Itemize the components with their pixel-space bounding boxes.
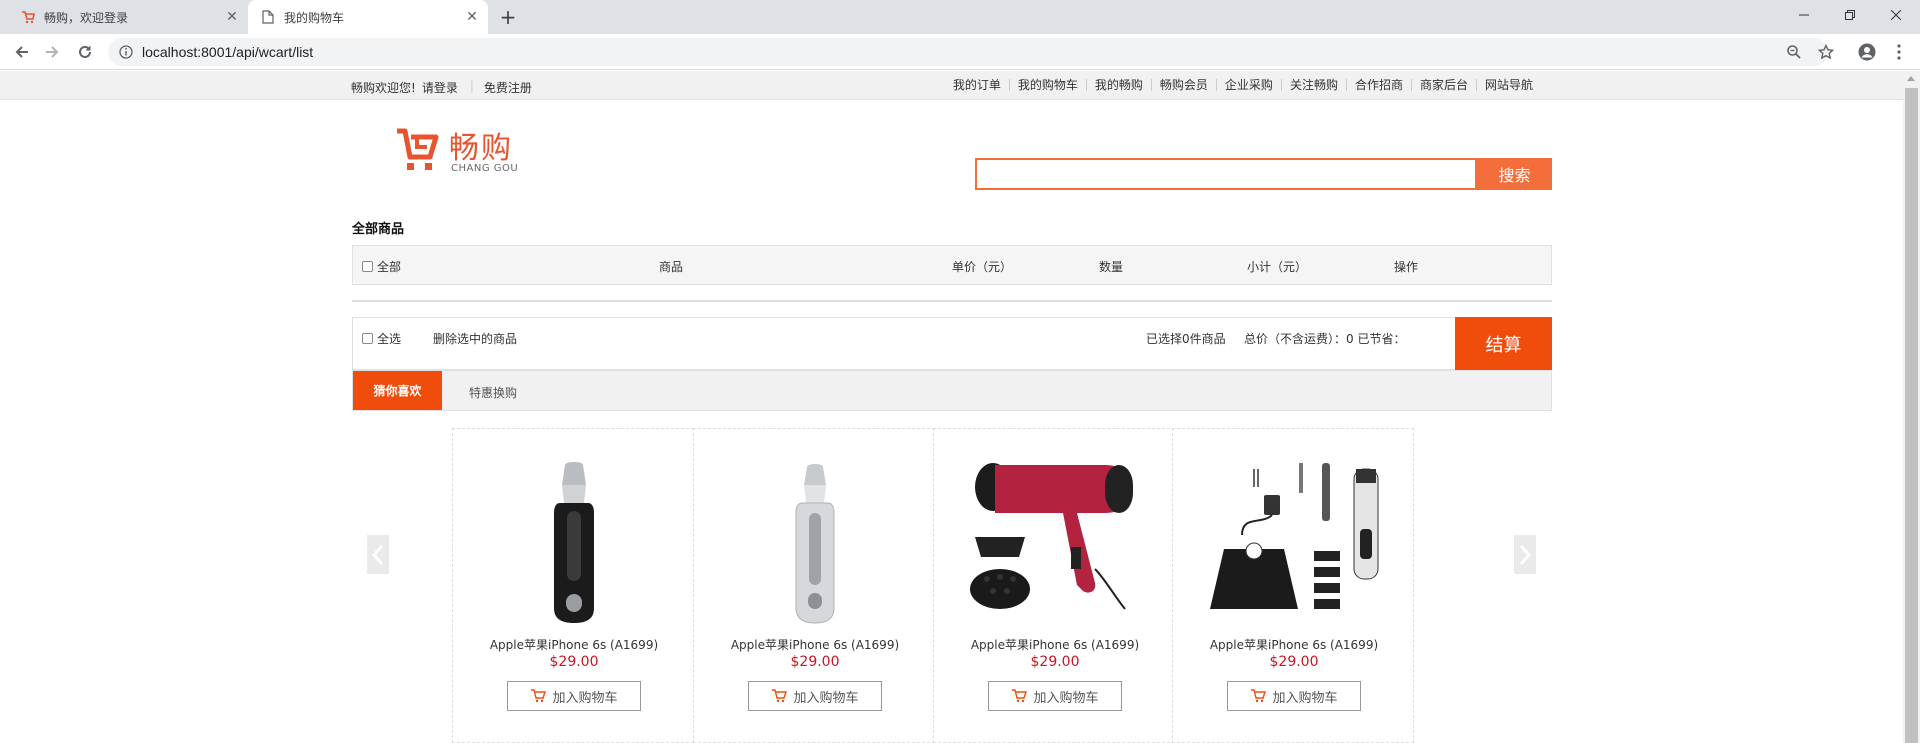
product-price: $29.00: [1269, 654, 1319, 670]
hair-dryer-image[interactable]: [955, 459, 1155, 624]
new-tab-button[interactable]: +: [496, 5, 520, 29]
browser-tab-bar: 畅购，欢迎登录 ✕ 我的购物车 ✕ +: [0, 0, 1920, 34]
menu-dots-icon[interactable]: [1887, 40, 1911, 64]
reload-icon[interactable]: [73, 40, 97, 64]
selected-count: 已选择0件商品: [1146, 332, 1226, 346]
cart-icon: [1250, 689, 1267, 703]
close-tab-icon[interactable]: ✕: [222, 7, 242, 27]
bookmark-star-icon[interactable]: [1814, 40, 1838, 64]
back-arrow-icon[interactable]: [10, 40, 34, 64]
divider: [352, 300, 1552, 302]
add-to-cart-button[interactable]: 加入购物车: [507, 681, 641, 711]
product-price: $29.00: [549, 654, 599, 670]
close-tab-icon[interactable]: ✕: [462, 7, 482, 27]
site-top-bar: 畅购欢迎您! 请登录 | 免费注册 我的订单 我的购物车 我的畅购 畅购会员 企…: [0, 71, 1903, 100]
browser-tab-cart[interactable]: 我的购物车 ✕: [248, 0, 488, 34]
welcome-text: 畅购欢迎您!: [351, 81, 416, 95]
top-link-member[interactable]: 畅购会员: [1150, 79, 1216, 91]
page-icon: [260, 9, 276, 25]
delete-selected-link[interactable]: 删除选中的商品: [433, 330, 517, 347]
cart-icon: [1011, 689, 1028, 703]
select-all-checkbox[interactable]: [362, 261, 373, 272]
scrollbar-thumb[interactable]: [1905, 88, 1918, 743]
header-goods: 商品: [659, 260, 684, 274]
top-link-seller[interactable]: 商家后台: [1410, 79, 1476, 91]
cart-table-header: 全部 商品 单价（元） 数量 小计（元） 操作: [352, 245, 1552, 285]
carousel-prev-arrow-icon[interactable]: [367, 535, 389, 574]
product-name[interactable]: Apple苹果iPhone 6s (A1699): [934, 636, 1176, 653]
changgou-favicon-icon: [20, 9, 36, 25]
top-link-partner[interactable]: 合作招商: [1345, 79, 1411, 91]
restore-button[interactable]: [1827, 0, 1873, 30]
address-bar[interactable]: localhost:8001/api/wcart/list: [108, 38, 1828, 66]
product-card[interactable]: Apple苹果iPhone 6s (A1699) $29.00 加入购物车: [933, 428, 1175, 743]
login-link[interactable]: 请登录: [422, 79, 458, 96]
tab-special-exchange[interactable]: 特惠换购: [469, 384, 517, 401]
site-logo[interactable]: 畅购 CHANG GOU: [395, 123, 525, 175]
cart-logo-icon: [397, 128, 439, 170]
nose-trimmer-black-image[interactable]: [474, 459, 674, 624]
top-link-enterprise[interactable]: 企业采购: [1215, 79, 1281, 91]
add-to-cart-button[interactable]: 加入购物车: [748, 681, 882, 711]
cart-section-title: 全部商品: [352, 222, 405, 237]
top-link-orders[interactable]: 我的订单: [945, 79, 1009, 91]
browser-tab-login[interactable]: 畅购，欢迎登录 ✕: [8, 0, 248, 34]
scroll-up-arrow-icon[interactable]: [1907, 76, 1915, 81]
cart-footer: 全选 删除选中的商品 已选择0件商品 总价（不含运费）：0 已节省： 结算: [352, 317, 1552, 370]
close-window-button[interactable]: [1873, 0, 1919, 30]
page-scrollbar[interactable]: [1903, 71, 1920, 743]
add-to-cart-button[interactable]: 加入购物车: [988, 681, 1122, 711]
site-info-icon[interactable]: [118, 44, 134, 60]
product-name[interactable]: Apple苹果iPhone 6s (A1699): [694, 636, 936, 653]
product-name[interactable]: Apple苹果iPhone 6s (A1699): [1173, 636, 1415, 653]
top-nav-links: 我的订单 我的购物车 我的畅购 畅购会员 企业采购 关注畅购 合作招商 商家后台…: [945, 79, 1541, 91]
minimize-button[interactable]: [1781, 0, 1827, 30]
url-text: localhost:8001/api/wcart/list: [142, 44, 314, 60]
footer-select-all-checkbox[interactable]: [362, 333, 373, 344]
product-name[interactable]: Apple苹果iPhone 6s (A1699): [453, 636, 695, 653]
carousel-next-arrow-icon[interactable]: [1514, 535, 1536, 574]
hair-clipper-set-image[interactable]: [1194, 459, 1394, 624]
logo-text-en: CHANG GOU: [451, 163, 519, 174]
logo-text-cn: 畅购: [449, 131, 513, 166]
register-link[interactable]: 免费注册: [484, 79, 532, 96]
header-select-all[interactable]: 全部: [362, 258, 401, 275]
product-price: $29.00: [1030, 654, 1080, 670]
top-link-cart[interactable]: 我的购物车: [1008, 79, 1086, 91]
page-content: 畅购欢迎您! 请登录 | 免费注册 我的订单 我的购物车 我的畅购 畅购会员 企…: [0, 71, 1920, 743]
profile-avatar-icon[interactable]: [1855, 40, 1879, 64]
top-link-my-changgou[interactable]: 我的畅购: [1085, 79, 1151, 91]
browser-toolbar: localhost:8001/api/wcart/list: [0, 34, 1920, 70]
top-link-sitemap[interactable]: 网站导航: [1475, 79, 1541, 91]
checkout-button[interactable]: 结算: [1455, 317, 1552, 370]
add-to-cart-button[interactable]: 加入购物车: [1227, 681, 1361, 711]
forward-arrow-icon[interactable]: [40, 40, 64, 64]
header-unit-price: 单价（元）: [952, 260, 1013, 274]
product-card[interactable]: Apple苹果iPhone 6s (A1699) $29.00 加入购物车: [452, 428, 694, 743]
zoom-icon[interactable]: [1782, 40, 1806, 64]
cart-icon: [771, 689, 788, 703]
cart-icon: [530, 689, 547, 703]
top-link-follow[interactable]: 关注畅购: [1280, 79, 1346, 91]
footer-select-all[interactable]: 全选: [362, 330, 401, 347]
recommend-tabs: 猜你喜欢 特惠换购: [352, 370, 1552, 411]
search-button[interactable]: 搜索: [1477, 158, 1552, 190]
header-quantity: 数量: [1099, 260, 1124, 274]
total-price: 总价（不含运费）：0 已节省：: [1244, 332, 1406, 346]
product-card[interactable]: Apple苹果iPhone 6s (A1699) $29.00 加入购物车: [693, 428, 935, 743]
tab-guess-you-like[interactable]: 猜你喜欢: [353, 371, 442, 410]
product-price: $29.00: [790, 654, 840, 670]
tab-title: 我的购物车: [284, 10, 345, 25]
product-card[interactable]: Apple苹果iPhone 6s (A1699) $29.00 加入购物车: [1172, 428, 1414, 743]
header-subtotal: 小计（元）: [1247, 260, 1308, 274]
header-operations: 操作: [1394, 260, 1419, 274]
tab-title: 畅购，欢迎登录: [44, 10, 129, 25]
nose-trimmer-silver-image[interactable]: [715, 459, 915, 624]
search-input[interactable]: [975, 158, 1477, 190]
